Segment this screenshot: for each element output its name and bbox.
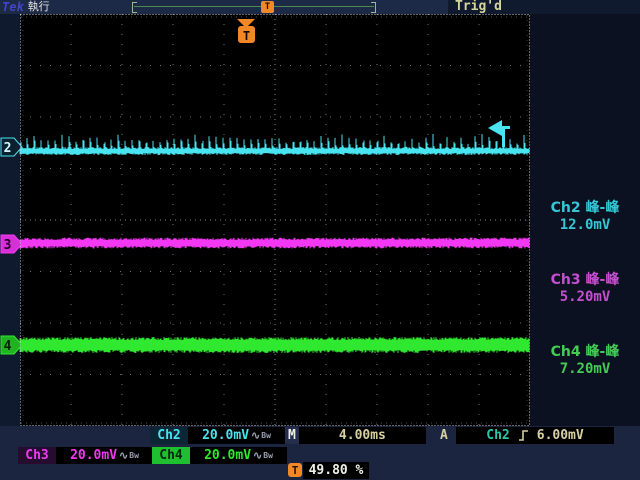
channel-marker-ch4: 4 (1, 336, 22, 354)
measurement-column: Ch2 峰-峰 12.0mV Ch3 峰-峰 5.20mV Ch4 峰-峰 7.… (530, 14, 640, 426)
trigger-mode-label: A (440, 427, 448, 444)
trigger-level-value: 6.00mV (537, 428, 584, 443)
ch2-scale-readout: 20.0mV ∿ Bw (188, 427, 285, 444)
record-view-line (134, 6, 374, 7)
record-view-left-bracket (132, 2, 137, 13)
ch3-scale-readout: 20.0mV ∿ Bw (56, 447, 153, 464)
channel-position-markers: 2 3 4 (1, 138, 22, 354)
measurement-ch3-value: 5.20mV (530, 289, 640, 306)
ch4-coupling-icon: ∿ (253, 449, 262, 462)
svg-text:3: 3 (4, 238, 12, 253)
channel-marker-ch2: 2 (1, 138, 22, 156)
trigger-position-value: 49.80 % (303, 462, 369, 479)
measurement-ch2-label: Ch2 峰-峰 (530, 200, 640, 217)
trigger-slope-rising-icon (518, 429, 529, 442)
ch4-scale-readout: 20.0mV ∿ Bw (190, 447, 287, 464)
measurement-ch4-label: Ch4 峰-峰 (530, 344, 640, 361)
trigger-source: Ch2 (486, 428, 509, 443)
measurement-ch2-pkpk: Ch2 峰-峰 12.0mV (530, 200, 640, 234)
measurement-ch3-pkpk: Ch3 峰-峰 5.20mV (530, 272, 640, 306)
measurement-ch4-value: 7.20mV (530, 361, 640, 378)
titlebar: Tek 執行 (0, 0, 77, 14)
record-view-trigger-marker-icon: T (261, 1, 274, 13)
ch2-readout-label: Ch2 (150, 427, 188, 444)
acquisition-status: 執行 (28, 0, 50, 14)
measurement-ch4-pkpk: Ch4 峰-峰 7.20mV (530, 344, 640, 378)
ch2-coupling-icon: ∿ (251, 429, 260, 442)
timebase-readout: M 4.00ms (285, 427, 426, 444)
ch4-readout-label: Ch4 (152, 447, 190, 464)
trigger-position-t-icon: T (288, 463, 302, 477)
timebase-label: M (285, 427, 299, 444)
ch4-scale-value: 20.0mV (204, 448, 251, 463)
svg-text:2: 2 (4, 141, 12, 156)
ch4-bandwidth-icon: Bw (263, 451, 273, 460)
trigger-flag-letter: T (243, 29, 250, 43)
record-view-strip: T (77, 0, 448, 14)
svg-text:4: 4 (4, 339, 12, 354)
ch3-scale-value: 20.0mV (70, 448, 117, 463)
measurement-ch3-label: Ch3 峰-峰 (530, 272, 640, 289)
readout-bar: Ch2 20.0mV ∿ Bw M 4.00ms A Ch2 6.00mV Ch… (0, 426, 640, 480)
graticule-display: 2 3 4 T (0, 14, 530, 426)
record-view-right-bracket (371, 2, 376, 13)
ch3-bandwidth-icon: Bw (129, 451, 139, 460)
ch4-trace (20, 337, 529, 353)
measurement-ch2-value: 12.0mV (530, 217, 640, 234)
trigger-readout: Ch2 6.00mV (456, 427, 614, 444)
ch2-scale-value: 20.0mV (202, 428, 249, 443)
channel-marker-ch3: 3 (1, 235, 22, 253)
timebase-value: 4.00ms (299, 428, 426, 443)
ch2-bandwidth-icon: Bw (261, 431, 271, 440)
ch3-coupling-icon: ∿ (119, 449, 128, 462)
oscilloscope-screen: Tek 執行 T Trig'd 2 3 4 T Ch2 峰-峰 12.0mV (0, 0, 640, 480)
tek-logo: Tek (2, 0, 24, 14)
trigger-status-label: Trig'd (455, 0, 502, 14)
ch3-readout-label: Ch3 (18, 447, 56, 464)
